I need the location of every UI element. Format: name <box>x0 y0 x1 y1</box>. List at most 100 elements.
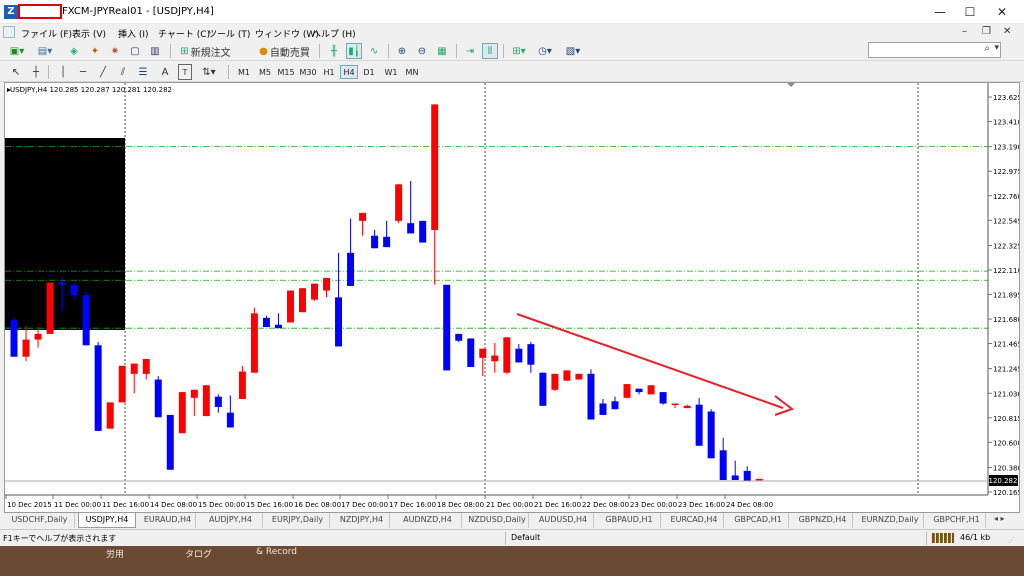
y-tick-label: 123.190 <box>993 144 1019 152</box>
auto-trading-button[interactable]: ● 自動売買 <box>256 43 313 59</box>
tile-windows-icon[interactable]: ▦ <box>434 43 450 59</box>
channel-icon[interactable]: ⫽ <box>116 64 130 80</box>
chart-window-icon[interactable] <box>3 26 15 38</box>
symbol-tab[interactable]: GBPNZD,H4 <box>793 513 853 528</box>
symbol-tab[interactable]: EURAUD,H4 <box>140 513 196 528</box>
drawing-toolbar: ↖ ┼ │ ─ ╱ ⫽ ☰ A T ⇅▾ M1 M5 M15 M30 H1 H4… <box>0 61 1024 82</box>
symbol-tab[interactable]: AUDUSD,H4 <box>533 513 594 528</box>
periods-icon[interactable]: ◷▾ <box>534 43 556 59</box>
maximize-button[interactable]: ☐ <box>952 2 988 22</box>
timeframe-w1[interactable]: W1 <box>382 65 400 79</box>
symbol-tab[interactable]: NZDUSD,Daily <box>466 513 529 528</box>
timeframe-m5[interactable]: M5 <box>256 65 274 79</box>
symbol-tab[interactable]: AUDJPY,H4 <box>199 513 263 528</box>
bar-chart-icon[interactable]: ╫ <box>326 43 342 59</box>
separator <box>388 44 389 58</box>
mdi-minimize-icon[interactable]: – <box>962 26 967 37</box>
symbol-tab[interactable]: GBPAUD,H1 <box>598 513 661 528</box>
redacted-area <box>18 4 62 19</box>
x-tick-label: 11 Dec 00:00 <box>54 501 101 509</box>
candle-body <box>707 411 715 459</box>
candle-body <box>10 320 18 357</box>
candle-body <box>70 284 78 296</box>
search-input[interactable]: ⌕ ▾ <box>868 42 1001 58</box>
menu-chart[interactable]: チャート (C) <box>158 27 210 40</box>
symbol-tab[interactable]: EURCAD,H4 <box>665 513 724 528</box>
x-tick-label: 21 Dec 00:00 <box>486 501 533 509</box>
symbol-tab[interactable]: EURNZD,Daily <box>857 513 924 528</box>
candle-body <box>250 313 258 373</box>
y-tick-label: 122.975 <box>993 168 1019 176</box>
candle-body <box>94 345 102 431</box>
cursor-icon[interactable]: ↖ <box>9 64 23 80</box>
candle-body <box>46 282 54 334</box>
data-window-icon[interactable]: ✦ <box>87 43 103 59</box>
close-button[interactable]: ✕ <box>984 2 1020 22</box>
menu-window[interactable]: ウィンドウ (W) <box>255 27 319 40</box>
text-tool-icon[interactable]: A <box>158 64 172 80</box>
y-tick-label: 120.380 <box>993 464 1019 472</box>
desktop-label-2: タログ <box>185 550 213 560</box>
symbol-tabs: USDCHF,Daily USDJPY,H4 EURAUD,H4 AUDJPY,H4 E… <box>0 513 1024 529</box>
menu-view[interactable]: 表示 (V) <box>72 27 106 40</box>
terminal-icon[interactable]: ▢ <box>127 43 143 59</box>
menu-help[interactable]: ヘルプ (H) <box>312 27 356 40</box>
candlestick-icon[interactable]: ▮╽ <box>346 43 362 59</box>
line-chart-icon[interactable]: ∿ <box>366 43 382 59</box>
symbol-tab[interactable]: GBPCHF,H1 <box>928 513 986 528</box>
symbol-tab[interactable]: NZDJPY,H4 <box>334 513 390 528</box>
vertical-line-icon[interactable]: │ <box>56 64 70 80</box>
fibonacci-icon[interactable]: ☰ <box>136 64 150 80</box>
zoom-out-icon[interactable]: ⊖ <box>414 43 430 59</box>
tester-icon[interactable]: ▥ <box>147 43 163 59</box>
y-tick-label: 120.815 <box>993 415 1019 423</box>
new-order-button[interactable]: ⊞ 新規注文 <box>178 43 233 59</box>
timeframe-h1[interactable]: H1 <box>320 65 338 79</box>
candle-body <box>719 450 727 481</box>
candle-body <box>395 184 403 221</box>
separator <box>505 532 506 545</box>
auto-scroll-icon[interactable]: ⇥ <box>462 43 478 59</box>
menu-tools[interactable]: ツール (T) <box>208 27 250 40</box>
profiles-icon[interactable]: ▤▾ <box>34 43 56 59</box>
symbol-tab[interactable]: EURJPY,Daily <box>266 513 330 528</box>
timeframe-m1[interactable]: M1 <box>235 65 253 79</box>
new-chart-icon[interactable]: ▣▾ <box>6 43 28 59</box>
chart-shift-icon[interactable]: ⫴ <box>482 43 498 59</box>
mdi-close-icon[interactable]: ✕ <box>1003 26 1011 37</box>
menu-bar: ファイル (F) 表示 (V) 挿入 (I) チャート (C) ツール (T) … <box>0 24 1024 41</box>
zoom-in-icon[interactable]: ⊕ <box>394 43 410 59</box>
timeframe-m15[interactable]: M15 <box>276 65 296 79</box>
app-icon: Z <box>4 5 18 19</box>
horizontal-line-icon[interactable]: ─ <box>76 64 90 80</box>
navigator-icon[interactable]: ✷ <box>107 43 123 59</box>
candle-body <box>335 297 343 347</box>
menu-insert[interactable]: 挿入 (I) <box>118 27 149 40</box>
chart-area[interactable]: 123.625 123.410 123.190 122.975 122.760 122.5… <box>4 82 1020 513</box>
candle-body <box>455 333 463 341</box>
symbol-tab[interactable]: GBPCAD,H1 <box>728 513 789 528</box>
label-tool-icon[interactable]: T <box>178 64 192 80</box>
symbol-tab[interactable]: USDJPY,H4 <box>78 513 136 528</box>
trendline-icon[interactable]: ╱ <box>96 64 110 80</box>
candlestick-chart[interactable]: 123.625 123.410 123.190 122.975 122.760 122.5… <box>5 83 1019 512</box>
timeframe-mn[interactable]: MN <box>402 65 422 79</box>
templates-icon[interactable]: ▧▾ <box>562 43 584 59</box>
search-options-icon[interactable]: ▾ <box>994 43 999 53</box>
candle-body <box>611 401 619 410</box>
symbol-tab[interactable]: AUDNZD,H4 <box>394 513 462 528</box>
tab-scroll-arrows-icon[interactable]: ◂ ▸ <box>994 514 1005 523</box>
crosshair-icon[interactable]: ┼ <box>29 64 43 80</box>
search-icon[interactable]: ⌕ <box>984 43 990 54</box>
resize-grip-icon[interactable]: ⋰ <box>1008 536 1015 544</box>
timeframe-m30[interactable]: M30 <box>298 65 318 79</box>
market-watch-icon[interactable]: ◈ <box>66 43 82 59</box>
timeframe-h4[interactable]: H4 <box>340 65 358 79</box>
indicators-icon[interactable]: ⊞▾ <box>508 43 530 59</box>
symbol-tab[interactable]: USDCHF,Daily <box>5 513 75 528</box>
shapes-icon[interactable]: ⇅▾ <box>198 64 220 80</box>
candle-body <box>286 290 294 323</box>
timeframe-d1[interactable]: D1 <box>360 65 378 79</box>
mdi-restore-icon[interactable]: ❐ <box>982 26 991 37</box>
menu-file[interactable]: ファイル (F) <box>21 27 72 40</box>
